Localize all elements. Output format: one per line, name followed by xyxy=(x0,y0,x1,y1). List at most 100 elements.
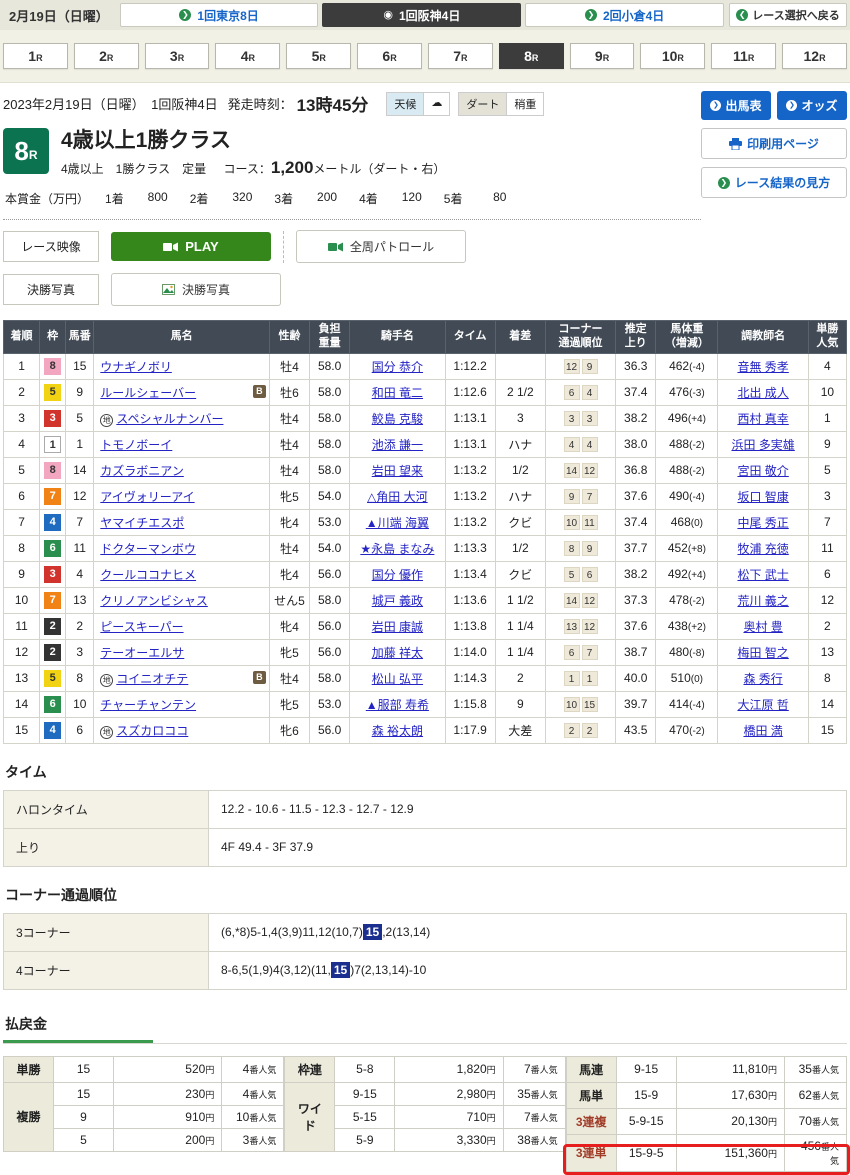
camera-icon xyxy=(328,242,343,252)
jockey-name-link[interactable]: 岩田 康誠 xyxy=(372,620,423,634)
race-tab-3r[interactable]: 3R xyxy=(145,43,210,69)
corner-positions: 89 xyxy=(545,535,615,561)
win-popularity: 14 xyxy=(808,691,846,717)
margin: 3 xyxy=(495,405,545,431)
corner-positions: 129 xyxy=(545,353,615,379)
horse-weight-diff: (-2) xyxy=(689,596,705,607)
blinker-icon: B xyxy=(253,671,266,684)
trainer-name-link[interactable]: 梅田 智之 xyxy=(737,646,788,660)
horse-name-link[interactable]: ウナギノボリ xyxy=(100,360,172,374)
race-tab-9r[interactable]: 9R xyxy=(570,43,635,69)
jockey-name-link[interactable]: 岩田 望来 xyxy=(372,464,423,478)
meeting-bar: 2月19日（日曜） ❯1回東京8日◉1回阪神4日❯2回小倉4日 ❮ レース選択へ… xyxy=(0,0,850,30)
print-page-button[interactable]: 印刷用ページ xyxy=(701,128,847,159)
jockey-name-link[interactable]: 森 裕太朗 xyxy=(372,724,423,738)
jockey-name-link[interactable]: 鮫島 克駿 xyxy=(372,412,423,426)
payout-amount: 11,810円 xyxy=(676,1056,784,1082)
race-date-line: 2023年2月19日（日曜） 1回阪神4日 xyxy=(3,94,218,113)
trainer-name-link[interactable]: 西村 真幸 xyxy=(737,412,788,426)
trainer-name-link[interactable]: 中尾 秀正 xyxy=(737,516,788,530)
jockey-name-link[interactable]: △角田 大河 xyxy=(367,490,428,504)
horse-name-link[interactable]: コイニオチテ xyxy=(116,672,188,686)
horse-name-link[interactable]: ピースキーパー xyxy=(100,620,183,634)
trainer-name-link[interactable]: 荒川 義之 xyxy=(737,594,788,608)
horse-name-link[interactable]: ドクターマンボウ xyxy=(100,542,196,556)
horse-name-link[interactable]: アイヴォリーアイ xyxy=(100,490,194,504)
payout-popularity-value: 7 xyxy=(524,1110,531,1124)
race-tab-12r[interactable]: 12R xyxy=(782,43,847,69)
carried-weight: 54.0 xyxy=(310,483,350,509)
jockey-cell: ▲服部 寿希 xyxy=(350,691,445,717)
horse-name-link[interactable]: ルールシェーバー xyxy=(100,386,196,400)
race-tab-11r[interactable]: 11R xyxy=(711,43,776,69)
trainer-name-link[interactable]: 浜田 多実雄 xyxy=(731,438,794,452)
race-tab-7r[interactable]: 7R xyxy=(428,43,493,69)
corner-position: 2 xyxy=(564,723,580,738)
jockey-name-link[interactable]: 国分 優作 xyxy=(372,568,423,582)
race-tab-8r[interactable]: 8R xyxy=(499,43,564,69)
trainer-name-link[interactable]: 北出 成人 xyxy=(737,386,788,400)
meeting-tab[interactable]: ❯2回小倉4日 xyxy=(525,3,724,27)
race-tab-1r[interactable]: 1R xyxy=(3,43,68,69)
waku-badge: 8 xyxy=(44,462,61,479)
trainer-name-link[interactable]: 大江原 哲 xyxy=(737,698,788,712)
race-tab-4r[interactable]: 4R xyxy=(215,43,280,69)
trainer-cell: 松下 武士 xyxy=(718,561,808,587)
jockey-name-link[interactable]: 加藤 祥太 xyxy=(372,646,423,660)
jockey-name-link[interactable]: 和田 竜二 xyxy=(372,386,423,400)
trainer-name-link[interactable]: 橋田 満 xyxy=(743,724,782,738)
race-tab-suffix: R xyxy=(36,53,43,63)
horse-name-link[interactable]: ヤマイチエスポ xyxy=(100,516,184,530)
jockey-name-link[interactable]: 池添 謙一 xyxy=(372,438,423,452)
payout-popularity-suffix: 番人気 xyxy=(249,1090,276,1100)
trainer-name-link[interactable]: 音無 秀孝 xyxy=(737,360,788,374)
trainer-name-link[interactable]: 坂口 智康 xyxy=(737,490,788,504)
payout-amount-value: 3,330 xyxy=(457,1133,487,1147)
payout-popularity-suffix: 番人気 xyxy=(531,1136,558,1146)
printer-icon xyxy=(729,138,742,150)
jockey-name-link[interactable]: ▲服部 寿希 xyxy=(366,698,429,712)
back-to-race-select-button[interactable]: ❮ レース選択へ戻る xyxy=(729,3,847,27)
meeting-tab[interactable]: ◉1回阪神4日 xyxy=(322,3,521,27)
horse-name-link[interactable]: クリノアンビシャス xyxy=(100,594,208,608)
jockey-name-link[interactable]: 城戸 義政 xyxy=(372,594,423,608)
trainer-name-link[interactable]: 松下 武士 xyxy=(737,568,788,582)
horse-name-link[interactable]: テーオーエルサ xyxy=(100,646,184,660)
patrol-video-button[interactable]: 全周パトロール xyxy=(296,230,466,263)
race-tab-2r[interactable]: 2R xyxy=(74,43,139,69)
carried-weight: 56.0 xyxy=(310,639,350,665)
play-video-button[interactable]: PLAY xyxy=(111,232,271,261)
horse-name-link[interactable]: クールココナヒメ xyxy=(100,568,196,582)
horse-name-link[interactable]: カズラボニアン xyxy=(100,464,184,478)
win-popularity: 5 xyxy=(808,457,846,483)
corner-order-pre: 8-6,5(1,9)4(3,12)(11, xyxy=(221,963,331,977)
last-3f: 36.3 xyxy=(616,353,656,379)
meeting-tab[interactable]: ❯1回東京8日 xyxy=(120,3,319,27)
trainer-name-link[interactable]: 牧浦 充徳 xyxy=(737,542,788,556)
horse-name-link[interactable]: チャーチャンテン xyxy=(100,698,196,712)
horse-name-link[interactable]: トモノボーイ xyxy=(100,438,172,452)
jockey-name-link[interactable]: 松山 弘平 xyxy=(372,672,423,686)
race-tab-5r[interactable]: 5R xyxy=(286,43,351,69)
horse-weight: 438(+2) xyxy=(656,613,718,639)
result-guide-button[interactable]: ❯ レース結果の見方 xyxy=(701,167,847,198)
payout-amount: 1,820円 xyxy=(395,1056,503,1082)
trainer-name-link[interactable]: 森 秀行 xyxy=(743,672,782,686)
course-suffix: メートル（ダート・右） xyxy=(313,162,445,176)
payout-amount-value: 11,810 xyxy=(732,1062,768,1076)
jockey-name-link[interactable]: ★永島 まなみ xyxy=(360,542,434,556)
trainer-name-link[interactable]: 奥村 豊 xyxy=(743,620,782,634)
shutuba-button[interactable]: ❯ 出馬表 xyxy=(701,91,771,120)
jockey-name-link[interactable]: 国分 恭介 xyxy=(372,360,423,374)
horse-name-link[interactable]: スズカロココ xyxy=(116,724,188,738)
horse-name-link[interactable]: スペシャルナンバー xyxy=(116,412,223,426)
horse-weight-diff: (-4) xyxy=(689,362,705,373)
last-3f: 37.3 xyxy=(616,587,656,613)
finish-photo-button[interactable]: 決勝写真 xyxy=(111,273,281,306)
odds-button[interactable]: ❯ オッズ xyxy=(777,91,847,120)
race-tab-6r[interactable]: 6R xyxy=(357,43,422,69)
race-video-label: レース映像 xyxy=(3,231,99,262)
jockey-name-link[interactable]: ▲川端 海翼 xyxy=(366,516,429,530)
trainer-name-link[interactable]: 宮田 敬介 xyxy=(737,464,788,478)
race-tab-10r[interactable]: 10R xyxy=(640,43,705,69)
